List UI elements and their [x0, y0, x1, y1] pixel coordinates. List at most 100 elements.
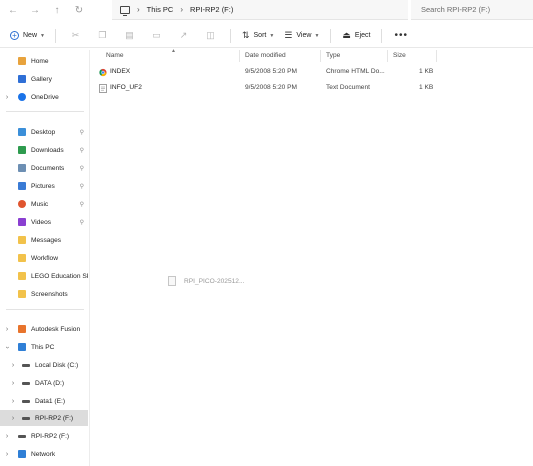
chevron-right-icon[interactable]: › — [3, 326, 11, 333]
desktop-icon — [18, 128, 26, 136]
download-icon — [18, 146, 26, 154]
new-label: New — [23, 32, 38, 39]
toolbar-divider — [229, 28, 231, 43]
chevron-right-icon[interactable]: › — [9, 415, 17, 422]
pin-icon: ⚲ — [79, 219, 84, 226]
sidebar-item-this-pc[interactable]: › This PC — [0, 339, 88, 355]
file-type: Text Document — [326, 84, 370, 91]
eject-button[interactable]: ⏏ Eject — [337, 27, 375, 45]
chevron-down-icon: ▼ — [314, 32, 320, 39]
network-icon — [18, 450, 26, 458]
address-bar[interactable]: › This PC › RPI-RP2 (F:) — [112, 0, 408, 20]
arrow-right-icon: → — [30, 4, 40, 16]
column-divider[interactable] — [239, 50, 240, 62]
sort-icon: ⇅ — [241, 30, 250, 40]
sort-ascending-icon: ▲ — [171, 48, 176, 54]
pin-icon: ⚲ — [79, 183, 84, 190]
onedrive-icon — [18, 93, 26, 101]
sidebar-item-gallery[interactable]: Gallery — [0, 71, 88, 87]
this-pc-icon — [18, 343, 26, 351]
pictures-icon — [18, 182, 26, 190]
chevron-right-icon[interactable]: › — [3, 433, 11, 440]
forward-button[interactable]: → — [24, 1, 46, 19]
chevron-right-icon[interactable]: › — [9, 362, 17, 369]
copy-icon: ❐ — [98, 30, 107, 40]
file-name: INDEX — [110, 68, 131, 75]
chevron-right-icon[interactable]: › — [3, 94, 11, 101]
search-input[interactable]: Search RPI-RP2 (F:) — [411, 0, 533, 20]
column-divider[interactable] — [387, 50, 388, 62]
sidebar-item-autodesk-fusion[interactable]: › Autodesk Fusion — [0, 321, 88, 337]
cut-button[interactable]: ✂ — [62, 27, 89, 45]
rename-icon: ▭ — [152, 30, 161, 40]
sidebar-item-data1-e[interactable]: › Data1 (E:) — [0, 393, 88, 409]
delete-button[interactable]: ◫ — [197, 27, 224, 45]
paste-icon: ▤ — [125, 30, 134, 40]
sidebar-item-label: Desktop — [31, 128, 56, 136]
view-button[interactable]: ☰ View ▼ — [279, 27, 324, 45]
file-date: 9/5/2008 5:20 PM — [245, 68, 298, 75]
column-header-size[interactable]: Size — [393, 52, 406, 59]
column-header-type[interactable]: Type — [326, 52, 340, 59]
new-button[interactable]: + New ▼ — [6, 27, 49, 45]
up-button[interactable]: ↑ — [46, 1, 68, 19]
folder-icon — [18, 272, 26, 280]
sidebar-item-messages[interactable]: Messages — [0, 232, 88, 248]
sidebar-item-documents[interactable]: Documents ⚲ — [0, 160, 88, 176]
share-button[interactable]: ↗ — [170, 27, 197, 45]
sidebar-item-label: Autodesk Fusion — [31, 325, 81, 333]
sidebar-item-data-d[interactable]: › DATA (D:) — [0, 375, 88, 391]
folder-icon — [18, 290, 26, 298]
chevron-down-icon: ▼ — [40, 32, 45, 39]
file-row[interactable]: INFO_UF2 9/5/2008 5:20 PM Text Document … — [91, 82, 533, 96]
sidebar-item-videos[interactable]: Videos ⚲ — [0, 214, 88, 230]
chrome-html-icon — [99, 68, 107, 77]
paste-button[interactable]: ▤ — [116, 27, 143, 45]
sidebar-item-onedrive[interactable]: › OneDrive — [0, 89, 88, 105]
pin-icon: ⚲ — [79, 147, 84, 154]
column-header-date-modified[interactable]: Date modified — [245, 52, 286, 59]
sidebar-item-label: Local Disk (C:) — [35, 361, 79, 369]
sidebar-item-home[interactable]: Home — [0, 53, 88, 69]
sidebar-item-pictures[interactable]: Pictures ⚲ — [0, 178, 88, 194]
refresh-button[interactable]: ↻ — [68, 1, 90, 19]
column-header-name[interactable]: Name — [106, 52, 124, 59]
view-label: View — [296, 32, 312, 39]
view-icon: ☰ — [284, 30, 293, 40]
sidebar-item-lego-education[interactable]: LEGO Education SP — [0, 268, 88, 284]
rename-button[interactable]: ▭ — [143, 27, 170, 45]
sidebar-item-downloads[interactable]: Downloads ⚲ — [0, 142, 88, 158]
sidebar-item-local-disk-c[interactable]: › Local Disk (C:) — [0, 357, 88, 373]
sidebar-item-label: Gallery — [31, 75, 52, 83]
column-divider[interactable] — [320, 50, 321, 62]
copy-button[interactable]: ❐ — [89, 27, 116, 45]
sidebar-item-workflow[interactable]: Workflow — [0, 250, 88, 266]
sidebar-item-rpi-rp2-f-removable[interactable]: › RPI-RP2 (F:) — [0, 428, 88, 444]
trash-icon: ◫ — [206, 30, 215, 40]
chevron-right-icon: › — [137, 5, 140, 14]
sidebar-item-rpi-rp2-f[interactable]: › RPI-RP2 (F:) — [0, 410, 88, 426]
sidebar-item-music[interactable]: Music ⚲ — [0, 196, 88, 212]
chevron-right-icon[interactable]: › — [9, 398, 17, 405]
file-size: 1 KB — [419, 68, 434, 75]
breadcrumb-this-pc[interactable]: This PC — [147, 5, 174, 14]
back-button[interactable]: ← — [2, 1, 24, 19]
more-options-button[interactable]: ••• — [388, 30, 414, 41]
file-row[interactable]: INDEX 9/5/2008 5:20 PM Chrome HTML Do...… — [91, 66, 533, 80]
column-divider[interactable] — [436, 50, 437, 62]
sidebar-item-label: Music — [31, 200, 49, 208]
sidebar-item-desktop[interactable]: Desktop ⚲ — [0, 124, 88, 140]
sidebar-item-label: Network — [31, 450, 56, 458]
breadcrumb-drive[interactable]: RPI-RP2 (F:) — [190, 5, 233, 14]
drag-ghost-item: RPI_PICO-202512... — [168, 276, 244, 286]
sidebar-item-screenshots[interactable]: Screenshots — [0, 286, 88, 302]
chevron-down-icon[interactable]: › — [4, 343, 11, 351]
gallery-icon — [18, 75, 26, 83]
sidebar-item-network[interactable]: › Network — [0, 446, 88, 462]
chevron-right-icon[interactable]: › — [9, 380, 17, 387]
sort-button[interactable]: ⇅ Sort ▼ — [237, 27, 279, 45]
toolbar-divider — [54, 28, 56, 43]
chevron-right-icon[interactable]: › — [3, 451, 11, 458]
file-name: INFO_UF2 — [110, 84, 142, 91]
file-date: 9/5/2008 5:20 PM — [245, 84, 298, 91]
